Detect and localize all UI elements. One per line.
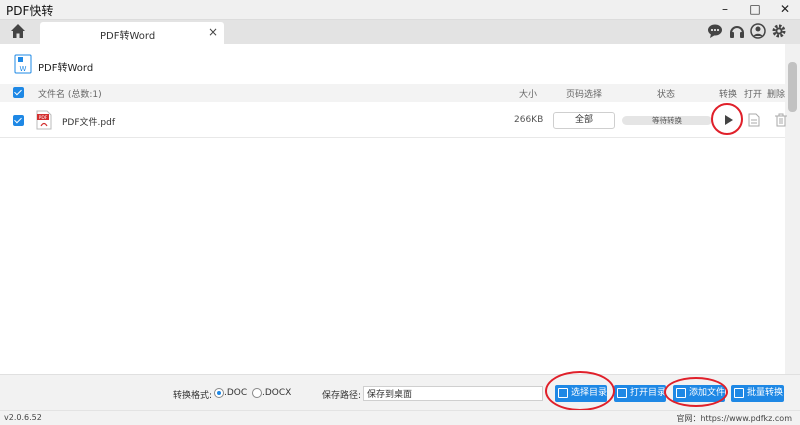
highlight-ring-add-file — [664, 377, 728, 407]
page-header: W PDF转Word — [0, 44, 785, 84]
folder-icon — [617, 388, 627, 398]
version-text: v2.0.6.52 — [4, 413, 42, 422]
trash-icon[interactable] — [775, 113, 787, 127]
file-size: 266KB — [514, 115, 544, 125]
maximize-button[interactable]: □ — [740, 0, 770, 20]
highlight-ring-select-directory — [545, 371, 615, 411]
header-delete: 删除 — [767, 90, 786, 100]
open-directory-button[interactable]: 打开目录 — [614, 385, 666, 402]
header-size: 大小 — [519, 90, 538, 100]
table-row[interactable]: PDF PDF文件.pdf 266KB 全部 等待转换 — [0, 102, 787, 138]
app-title: PDF快转 — [6, 4, 54, 18]
tab-pdf-to-word[interactable]: PDF转Word × — [40, 22, 224, 44]
row-checkbox[interactable] — [13, 115, 24, 126]
scrollbar[interactable] — [785, 44, 800, 374]
select-all-checkbox[interactable] — [13, 87, 24, 98]
gear-icon[interactable] — [771, 23, 787, 39]
svg-text:PDF: PDF — [39, 115, 48, 121]
scroll-thumb[interactable] — [788, 62, 797, 112]
open-directory-label: 打开目录 — [630, 388, 667, 398]
minimize-button[interactable]: – — [710, 0, 740, 20]
save-path-label: 保存路径: — [322, 391, 362, 401]
batch-convert-label: 批量转换 — [747, 388, 784, 398]
format-docx-radio[interactable] — [252, 388, 262, 398]
close-window-button[interactable]: ✕ — [770, 0, 800, 20]
svg-text:W: W — [20, 65, 27, 73]
tab-bar: PDF转Word × — [0, 20, 800, 44]
header-filename: 文件名 (总数:1) — [38, 90, 102, 100]
user-icon[interactable] — [750, 23, 766, 39]
headset-icon[interactable] — [729, 23, 745, 39]
word-icon: W — [14, 54, 32, 74]
table-header: 文件名 (总数:1) 大小 页码选择 状态 转换 打开 删除 — [0, 84, 785, 102]
tab-close-icon[interactable]: × — [208, 25, 218, 39]
format-docx-label: .DOCX — [262, 388, 292, 398]
header-open: 打开 — [744, 90, 763, 100]
chat-icon[interactable] — [707, 23, 723, 39]
highlight-ring-convert — [711, 103, 743, 135]
page-title: PDF转Word — [38, 63, 94, 74]
page-range-button[interactable]: 全部 — [553, 112, 615, 129]
format-doc-label: .DOC — [224, 388, 248, 398]
convert-icon — [734, 388, 744, 398]
website-link[interactable]: 官网：https://www.pdfkz.com — [676, 413, 792, 424]
title-bar: PDF快转 – □ ✕ — [0, 0, 800, 20]
file-name: PDF文件.pdf — [62, 118, 115, 128]
pdf-file-icon: PDF — [36, 110, 52, 130]
status-bar: v2.0.6.52 官网：https://www.pdfkz.com — [0, 410, 800, 425]
header-status: 状态 — [657, 90, 676, 100]
tab-label: PDF转Word — [100, 31, 156, 42]
status-badge: 等待转换 — [622, 116, 712, 125]
save-path-input[interactable] — [363, 386, 543, 401]
format-label: 转换格式: — [173, 391, 213, 401]
home-icon[interactable] — [10, 23, 26, 39]
format-doc-radio[interactable] — [214, 388, 224, 398]
header-convert: 转换 — [719, 90, 738, 100]
open-file-icon[interactable] — [748, 113, 760, 127]
header-pages: 页码选择 — [566, 90, 603, 100]
batch-convert-button[interactable]: 批量转换 — [731, 385, 784, 402]
